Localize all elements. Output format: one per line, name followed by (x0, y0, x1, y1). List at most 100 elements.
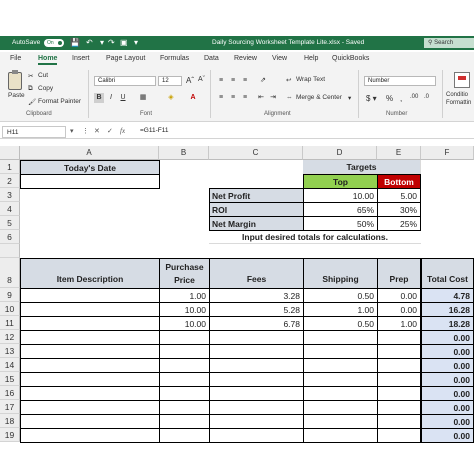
item-description-cell[interactable] (20, 414, 160, 429)
align-middle-icon[interactable]: ≡ (228, 76, 238, 86)
prep-cell[interactable] (377, 400, 421, 415)
total-cost-cell[interactable]: 0.00 (421, 414, 474, 429)
purchase-price-header[interactable]: Purchase Price (159, 258, 210, 289)
decrease-decimal-icon[interactable]: .0 (424, 94, 429, 100)
row-header[interactable]: 18 (0, 414, 20, 428)
fill-color-icon[interactable]: ◈ (166, 93, 176, 103)
column-header-b[interactable]: B (159, 146, 209, 160)
prep-cell[interactable] (377, 372, 421, 387)
total-cost-cell[interactable]: 18.28 (421, 316, 474, 331)
select-all-corner[interactable] (0, 146, 20, 160)
cut-button[interactable]: Cut (38, 72, 48, 79)
merge-center-button[interactable]: Merge & Center (296, 94, 342, 101)
targets-header[interactable]: Targets (303, 160, 421, 174)
insert-function-icon[interactable]: fx (120, 127, 125, 135)
format-painter-icon[interactable]: 🖌 (28, 98, 36, 106)
metric-bottom-value[interactable]: 25% (377, 216, 421, 231)
metric-top-value[interactable]: 50% (303, 216, 378, 231)
name-box[interactable]: H11 (2, 126, 66, 138)
row-header[interactable]: 4 (0, 202, 20, 216)
align-left-icon[interactable]: ≡ (216, 93, 226, 103)
shipping-cell[interactable]: 0.50 (303, 316, 378, 331)
align-center-icon[interactable]: ≡ (228, 93, 238, 103)
increase-indent-icon[interactable]: ⇥ (268, 93, 278, 103)
item-description-cell[interactable] (20, 302, 160, 317)
prep-cell[interactable] (377, 358, 421, 373)
purchase-price-cell[interactable] (159, 330, 210, 345)
bottom-header[interactable]: Bottom (377, 174, 421, 189)
row-header[interactable]: 5 (0, 216, 20, 230)
tab-home[interactable]: Home (38, 55, 58, 65)
decrease-indent-icon[interactable]: ⇤ (256, 93, 266, 103)
total-cost-cell[interactable]: 0.00 (421, 344, 474, 359)
fees-cell[interactable] (209, 386, 304, 401)
row-header[interactable]: 11 (0, 316, 20, 330)
tab-view[interactable]: View (272, 55, 287, 62)
item-description-cell[interactable] (20, 372, 160, 387)
row-header[interactable]: 8 (0, 258, 20, 288)
shipping-cell[interactable] (303, 358, 378, 373)
undo-icon[interactable]: ↶ (86, 38, 93, 48)
shipping-cell[interactable] (303, 372, 378, 387)
total-cost-cell[interactable]: 0.00 (421, 372, 474, 387)
total-cost-cell[interactable]: 0.00 (421, 358, 474, 373)
total-cost-cell[interactable]: 0.00 (421, 330, 474, 345)
fees-cell[interactable]: 6.78 (209, 316, 304, 331)
fees-header[interactable]: Fees (209, 258, 304, 289)
tab-help[interactable]: Help (304, 55, 318, 62)
font-name-combo[interactable]: Calibri (94, 76, 156, 86)
cut-icon[interactable]: ✂ (28, 72, 33, 80)
row-header[interactable]: 17 (0, 400, 20, 414)
shipping-cell[interactable]: 1.00 (303, 302, 378, 317)
metric-top-value[interactable]: 65% (303, 202, 378, 217)
prep-cell[interactable]: 0.00 (377, 302, 421, 317)
purchase-price-cell[interactable] (159, 400, 210, 415)
row-header[interactable]: 12 (0, 330, 20, 344)
row-header[interactable]: 6 (0, 230, 20, 244)
prep-cell[interactable] (377, 344, 421, 359)
conditional-formatting-button-line2[interactable]: Formattin (446, 100, 471, 106)
undo-dropdown-icon[interactable]: ▾ (100, 38, 104, 48)
row-header[interactable]: 10 (0, 302, 20, 316)
total-cost-cell[interactable]: 16.28 (421, 302, 474, 317)
prep-cell[interactable] (377, 428, 421, 443)
redo-icon[interactable]: ↷ (108, 38, 115, 48)
wrap-text-icon[interactable]: ↩ (286, 76, 291, 84)
tab-quickbooks[interactable]: QuickBooks (332, 55, 369, 62)
shipping-cell[interactable]: 0.50 (303, 288, 378, 303)
fees-cell[interactable] (209, 330, 304, 345)
item-description-cell[interactable] (20, 288, 160, 303)
merge-dropdown-icon[interactable]: ▾ (348, 94, 351, 102)
percent-style-icon[interactable]: % (386, 94, 393, 103)
row-header[interactable]: 14 (0, 358, 20, 372)
metric-label[interactable]: ROI (209, 202, 304, 217)
tab-page-layout[interactable]: Page Layout (106, 55, 145, 62)
paste-icon[interactable] (8, 70, 22, 90)
item-description-cell[interactable] (20, 330, 160, 345)
purchase-price-cell[interactable] (159, 386, 210, 401)
cancel-icon[interactable]: ✕ (94, 127, 100, 135)
fees-cell[interactable] (209, 344, 304, 359)
prep-cell[interactable] (377, 386, 421, 401)
column-header-f[interactable]: F (421, 146, 474, 160)
tab-insert[interactable]: Insert (72, 55, 90, 62)
metric-top-value[interactable]: 10.00 (303, 188, 378, 203)
metric-bottom-value[interactable]: 5.00 (377, 188, 421, 203)
purchase-price-cell[interactable] (159, 344, 210, 359)
shipping-cell[interactable] (303, 400, 378, 415)
prep-header[interactable]: Prep (377, 258, 421, 289)
top-header[interactable]: Top (303, 174, 378, 189)
item-description-cell[interactable] (20, 316, 160, 331)
item-description-cell[interactable] (20, 358, 160, 373)
item-description-cell[interactable] (20, 400, 160, 415)
fees-cell[interactable] (209, 400, 304, 415)
name-box-dropdown-icon[interactable]: ▾ (70, 127, 74, 135)
prep-cell[interactable] (377, 330, 421, 345)
save-icon[interactable]: 💾 (70, 38, 80, 48)
row-header[interactable]: 2 (0, 174, 20, 188)
item-description-cell[interactable] (20, 344, 160, 359)
conditional-formatting-button[interactable]: Conditio (446, 92, 468, 98)
total-cost-cell[interactable]: 0.00 (421, 400, 474, 415)
tab-formulas[interactable]: Formulas (160, 55, 189, 62)
purchase-price-cell[interactable] (159, 414, 210, 429)
